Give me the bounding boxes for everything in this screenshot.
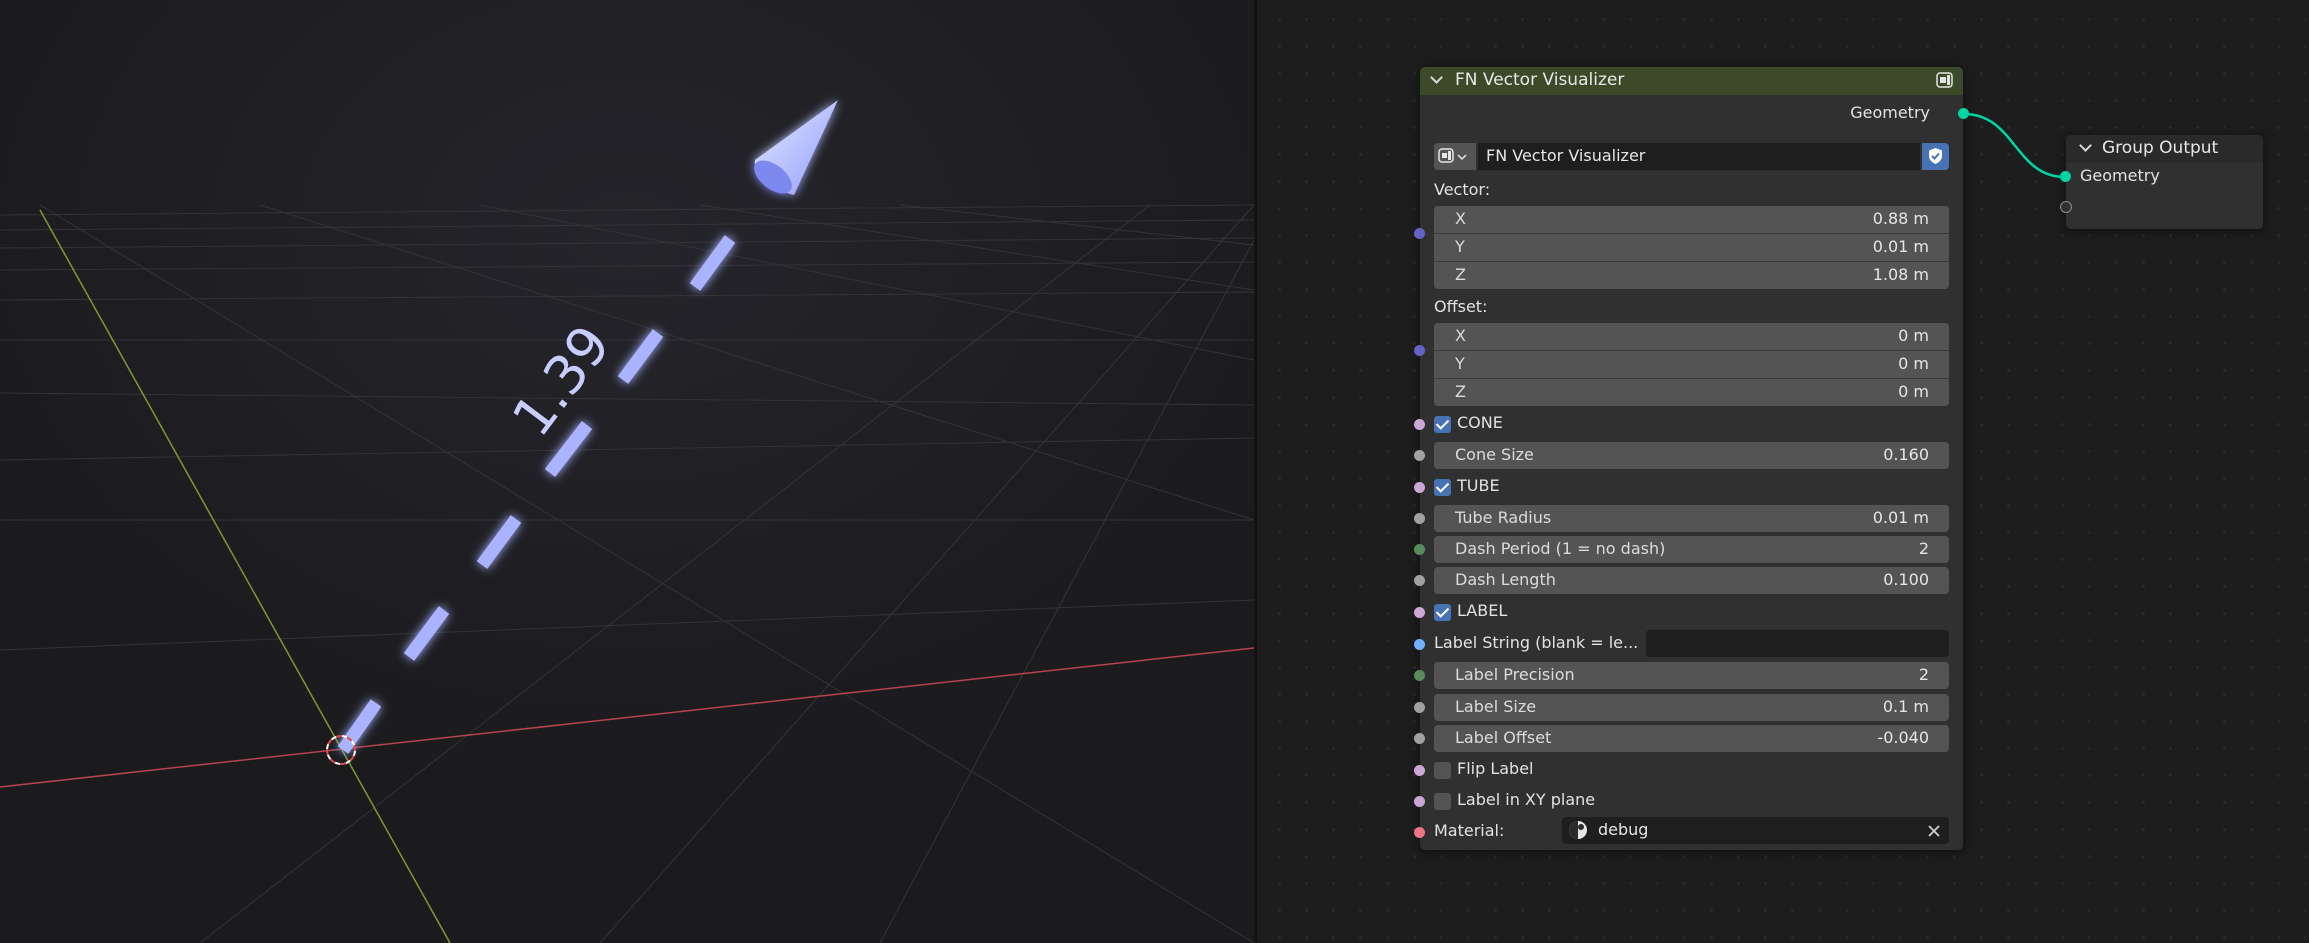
node-tree-icon xyxy=(1438,148,1467,163)
group-output-node[interactable]: Group Output Geometry xyxy=(2060,135,2263,229)
collapse-chevron-icon[interactable] xyxy=(2079,139,2092,152)
cone-checkbox[interactable] xyxy=(1434,416,1451,433)
node-group-icon[interactable] xyxy=(1936,72,1953,88)
offset-x-field[interactable]: X 0 m xyxy=(1434,323,1949,350)
tube-checkbox[interactable] xyxy=(1434,479,1451,496)
axis-label: X xyxy=(1455,209,1466,228)
axis-value: 1.08 m xyxy=(1872,265,1929,284)
vector-y-field[interactable]: Y 0.01 m xyxy=(1434,234,1949,261)
node-group-browse-button[interactable] xyxy=(1434,143,1476,170)
collapse-chevron-icon[interactable] xyxy=(1430,71,1443,84)
tube-radius-field[interactable]: Tube Radius 0.01 m xyxy=(1434,505,1949,532)
label-offset-field[interactable]: Label Offset -0.040 xyxy=(1434,725,1949,752)
axis-value: 0 m xyxy=(1898,326,1929,345)
node-title: FN Vector Visualizer xyxy=(1455,70,1625,90)
label-string-socket[interactable] xyxy=(1414,639,1425,650)
axis-label: Y xyxy=(1455,354,1465,373)
node-group-name-field[interactable]: FN Vector Visualizer xyxy=(1478,143,1920,170)
node-header[interactable]: Group Output xyxy=(2066,135,2263,163)
field-value: 0.01 m xyxy=(1872,508,1929,527)
label-string-label: Label String (blank = le... xyxy=(1434,633,1639,652)
fake-user-button[interactable] xyxy=(1922,143,1949,170)
label-precision-field[interactable]: Label Precision 2 xyxy=(1434,662,1949,689)
axis-value: 0.88 m xyxy=(1872,209,1929,228)
label-string-field[interactable] xyxy=(1646,630,1949,657)
field-name: Label Size xyxy=(1455,697,1537,716)
flip-label-text: Flip Label xyxy=(1457,759,1534,778)
group-output-geometry-socket[interactable] xyxy=(2060,171,2071,182)
tube-radius-socket[interactable] xyxy=(1414,513,1425,524)
offset-z-field[interactable]: Z 0 m xyxy=(1434,379,1949,406)
label-xy-plane-socket[interactable] xyxy=(1414,796,1425,807)
cone-input-socket[interactable] xyxy=(1414,419,1425,430)
offset-y-field[interactable]: Y 0 m xyxy=(1434,351,1949,378)
fn-vector-visualizer-node[interactable]: FN Vector Visualizer Geometry FN Vector … xyxy=(1414,67,1963,850)
cone-size-socket[interactable] xyxy=(1414,450,1425,461)
node-header[interactable]: FN Vector Visualizer xyxy=(1420,67,1963,95)
field-name: Tube Radius xyxy=(1455,508,1552,527)
field-value: 2 xyxy=(1918,665,1929,684)
axis-label: Z xyxy=(1455,265,1466,284)
dash-period-socket[interactable] xyxy=(1414,544,1425,555)
offset-input-socket[interactable] xyxy=(1414,345,1425,356)
node-group-name: FN Vector Visualizer xyxy=(1486,146,1646,165)
material-name: debug xyxy=(1598,820,1649,839)
dash-period-field[interactable]: Dash Period (1 = no dash) 2 xyxy=(1434,536,1949,563)
clear-x-icon[interactable] xyxy=(1927,824,1941,838)
field-value: 0.100 xyxy=(1883,570,1929,589)
material-sphere-icon xyxy=(1569,821,1587,839)
dash-length-socket[interactable] xyxy=(1414,575,1425,586)
field-value: 0.160 xyxy=(1883,445,1929,464)
axis-value: 0 m xyxy=(1898,354,1929,373)
label-size-field[interactable]: Label Size 0.1 m xyxy=(1434,694,1949,721)
material-field[interactable]: debug xyxy=(1562,817,1949,844)
field-name: Label Offset xyxy=(1455,728,1552,747)
label-checkbox[interactable] xyxy=(1434,604,1451,621)
cone-label: CONE xyxy=(1457,413,1503,432)
vector-input-socket[interactable] xyxy=(1414,228,1425,239)
dash-length-field[interactable]: Dash Length 0.100 xyxy=(1434,567,1949,594)
label-precision-socket[interactable] xyxy=(1414,670,1425,681)
axis-label: X xyxy=(1455,326,1466,345)
geometry-output-socket[interactable] xyxy=(1958,108,1969,119)
vector-x-field[interactable]: X 0.88 m xyxy=(1434,206,1949,233)
field-name: Dash Length xyxy=(1455,570,1556,589)
node-group-selector[interactable]: FN Vector Visualizer xyxy=(1434,143,1949,170)
flip-label-socket[interactable] xyxy=(1414,765,1425,776)
field-value: 0.1 m xyxy=(1882,697,1929,716)
label-offset-socket[interactable] xyxy=(1414,733,1425,744)
group-output-geometry-label: Geometry xyxy=(2080,166,2160,185)
field-value: 2 xyxy=(1918,539,1929,558)
material-label: Material: xyxy=(1434,821,1505,840)
group-output-empty-socket[interactable] xyxy=(2060,201,2072,213)
flip-label-checkbox[interactable] xyxy=(1434,762,1451,779)
field-value: -0.040 xyxy=(1877,728,1929,747)
offset-label: Offset: xyxy=(1434,297,1488,316)
label-toggle-label: LABEL xyxy=(1457,601,1508,620)
axis-label: Z xyxy=(1455,382,1466,401)
cone-size-field[interactable]: Cone Size 0.160 xyxy=(1434,442,1949,469)
axis-label: Y xyxy=(1455,237,1465,256)
label-input-socket[interactable] xyxy=(1414,607,1425,618)
axis-value: 0.01 m xyxy=(1872,237,1929,256)
field-name: Cone Size xyxy=(1455,445,1534,464)
label-xy-plane-checkbox[interactable] xyxy=(1434,793,1451,810)
output-geometry-label: Geometry xyxy=(1850,103,1930,122)
vector-label: Vector: xyxy=(1434,180,1491,199)
node-title: Group Output xyxy=(2102,138,2219,158)
tube-label: TUBE xyxy=(1457,476,1500,495)
material-socket[interactable] xyxy=(1414,827,1425,838)
field-name: Label Precision xyxy=(1455,665,1575,684)
tube-input-socket[interactable] xyxy=(1414,482,1425,493)
field-name: Dash Period (1 = no dash) xyxy=(1455,539,1666,558)
label-size-socket[interactable] xyxy=(1414,702,1425,713)
shield-check-icon xyxy=(1929,148,1942,164)
label-xy-plane-text: Label in XY plane xyxy=(1457,790,1596,809)
vector-z-field[interactable]: Z 1.08 m xyxy=(1434,262,1949,289)
axis-value: 0 m xyxy=(1898,382,1929,401)
